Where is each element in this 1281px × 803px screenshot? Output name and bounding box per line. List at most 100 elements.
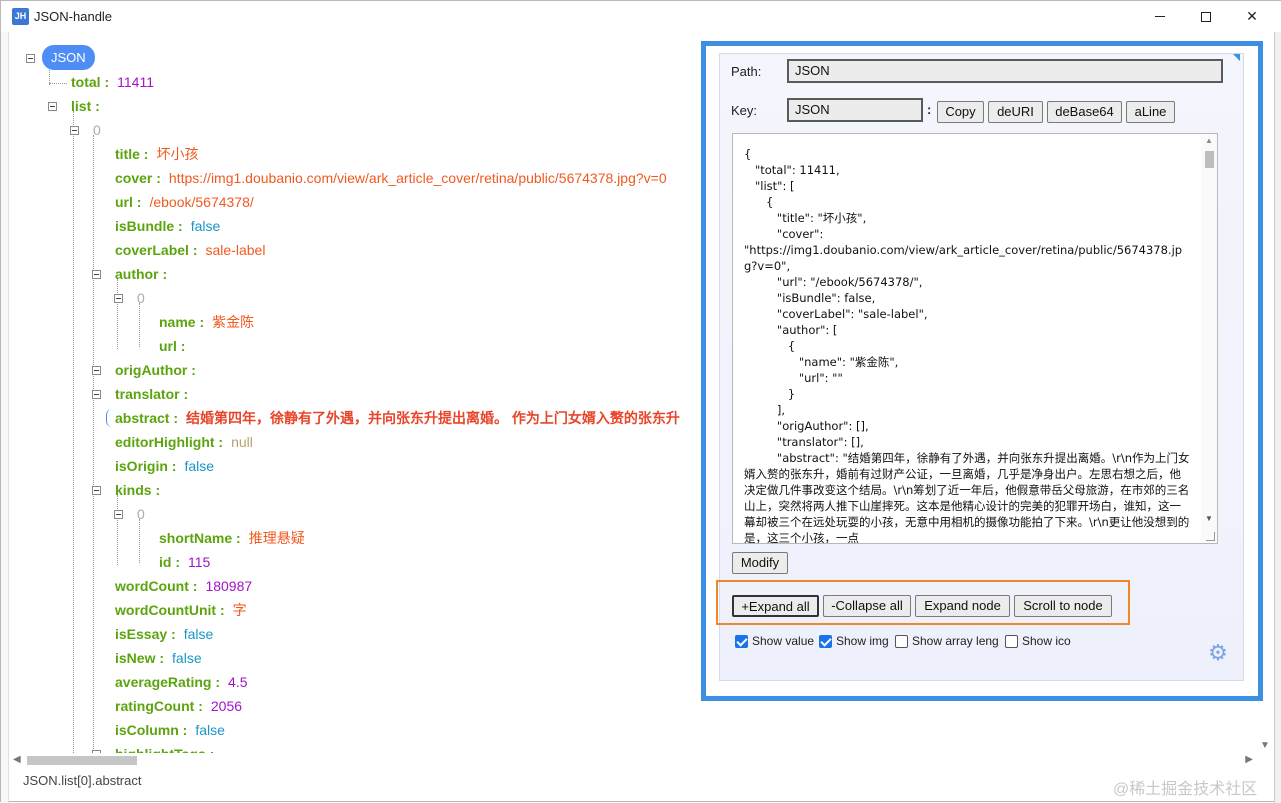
tree-row-ratingcount[interactable]: ratingCount :2056 [115,696,242,716]
tree-key-colon: : [195,314,205,330]
tree-row-id[interactable]: id :115 [159,552,210,572]
tree-row-isnew[interactable]: isNew : false [115,648,202,668]
tree-row-total[interactable]: total :11411 [71,72,154,92]
tree-key-colon: : [187,362,196,378]
collapse-toggle-root[interactable] [26,54,35,63]
scroll-right-arrow-icon[interactable]: ▶ [1245,754,1253,765]
tree-row-cover[interactable]: cover : https://img1.doubanio.com/view/ar… [115,168,667,188]
minimize-button[interactable] [1137,1,1183,32]
tree-key-colon: : [132,194,142,210]
tree-key-colon: : [155,650,165,666]
tree-row-coverlabel[interactable]: coverLabel : sale-label [115,240,265,260]
maximize-button[interactable] [1183,1,1229,32]
expand-node-button[interactable]: Expand node [915,595,1010,617]
tree-root-label[interactable]: JSON [42,45,95,70]
tree-value: 11411 [117,74,154,90]
scrollbar-thumb[interactable] [27,756,137,765]
tree-index: 0 [137,290,145,306]
tree-row-isessay[interactable]: isEssay : false [115,624,213,644]
close-button[interactable]: ✕ [1229,1,1275,32]
json-text-content: { "total": 11411, "list": [ { "title": "… [744,147,1190,544]
scroll-down-arrow-icon[interactable]: ▼ [1260,740,1270,751]
collapse-toggle-list[interactable] [48,102,57,111]
tree-value: 2056 [210,698,243,714]
collapse-toggle-origauthor[interactable] [92,366,101,375]
collapse-toggle-kinds[interactable] [92,486,101,495]
tree-key: id [159,554,172,570]
gear-icon[interactable]: ⚙ [1207,642,1229,664]
scroll-left-arrow-icon[interactable]: ◀ [13,754,21,765]
maximize-icon [1201,11,1211,22]
scroll-down-arrow-icon[interactable]: ▼ [1205,514,1213,523]
tree-row-index[interactable]: 0 [137,288,145,308]
key-label: Key: [731,103,758,118]
tree-row-kinds[interactable]: kinds : [115,480,160,500]
show-ico-checkbox[interactable]: Show ico [1005,634,1071,648]
copy-button[interactable]: Copy [937,101,984,123]
aline-button[interactable]: aLine [1126,101,1175,123]
background-app-right [1274,32,1281,803]
tree-row-isorigin[interactable]: isOrigin : false [115,456,214,476]
show-array-length-checkbox[interactable]: Show array leng [895,634,999,648]
tree-value-link[interactable]: https://img1.doubanio.com/view/ark_artic… [169,170,667,186]
editor-scrollbar[interactable]: ▲ ▼ [1201,134,1217,543]
collapse-toggle-author[interactable] [92,270,101,279]
tree-horizontal-scrollbar[interactable]: ◀ ▶ [9,753,1257,768]
debase64-button[interactable]: deBase64 [1047,101,1122,123]
tree-row-abstract[interactable]: abstract : 结婚第四年，徐静有了外遇，并向张东升提出离婚。 作为上门女婿… [115,408,680,428]
collapse-toggle-item[interactable] [70,126,79,135]
tree-value: 紫金陈 [212,314,255,330]
tree-row-list[interactable]: list : [71,96,100,116]
tree-row-editorhighlight[interactable]: editorHighlight : null [115,432,253,452]
tree-value: false [190,218,221,234]
tree-row-title[interactable]: title : 坏小孩 [115,144,198,164]
close-icon: ✕ [1246,8,1258,24]
collapse-all-button[interactable]: -Collapse all [823,595,911,617]
tree-row-name[interactable]: name : 紫金陈 [159,312,254,332]
tree-row-highlighttags[interactable]: highlightTags : [115,744,214,753]
tree-key-colon: : [139,146,149,162]
tree-row-url[interactable]: url : /ebook/5674378/ [115,192,254,212]
tree-value: sale-label [205,242,266,258]
path-field[interactable]: JSON [787,59,1223,83]
collapse-toggle-author-item[interactable] [114,294,123,303]
tree-row-wordcountunit[interactable]: wordCountUnit : 字 [115,600,247,620]
tree-key-colon: : [167,626,176,642]
tree-row-origauthor[interactable]: origAuthor : [115,360,196,380]
tree-row-wordcount[interactable]: wordCount :180987 [115,576,252,596]
tree-row-averagerating[interactable]: averageRating :4.5 [115,672,248,692]
scroll-up-arrow-icon[interactable]: ▲ [1205,136,1213,145]
tree-row-translator[interactable]: translator : [115,384,188,404]
collapse-toggle-translator[interactable] [92,390,101,399]
panel-corner-icon[interactable] [1233,54,1240,61]
checkbox-unchecked-icon [895,634,908,648]
app-window: JH JSON-handle ✕ JSON total :11411 list … [0,0,1281,803]
tree-value: false [195,722,225,738]
tree-guide [73,111,74,753]
selection-marker [106,409,112,427]
tree-key-colon: : [178,722,188,738]
tree-key: editorHighlight [115,434,215,450]
modify-button[interactable]: Modify [732,552,788,574]
scroll-to-node-button[interactable]: Scroll to node [1014,595,1112,617]
resize-grip-icon[interactable] [1206,532,1215,541]
json-text-editor[interactable]: { "total": 11411, "list": [ { "title": "… [732,133,1218,544]
show-value-checkbox[interactable]: Show value [735,634,814,648]
tree-row-author-url[interactable]: url : [159,336,185,356]
tree-row-author[interactable]: author : [115,264,167,284]
collapse-toggle-kinds-item[interactable] [114,510,123,519]
tree-row-iscolumn[interactable]: isColumn : false [115,720,225,740]
tree-row-index[interactable]: 0 [137,504,145,524]
expand-all-button[interactable]: +Expand all [732,595,819,617]
tree-key: name [159,314,196,330]
tree-row-isbundle[interactable]: isBundle : false [115,216,220,236]
key-field[interactable]: JSON [787,98,923,122]
tree-key-colon: : [188,578,198,594]
tree-row-shortname[interactable]: shortName : 推理悬疑 [159,528,305,548]
tree-row-index[interactable]: 0 [93,120,101,140]
show-img-checkbox[interactable]: Show img [819,634,889,648]
tree-key: kinds [115,482,152,498]
deuri-button[interactable]: deURI [988,101,1043,123]
title-bar: JH JSON-handle ✕ [1,1,1281,32]
scrollbar-thumb[interactable] [1205,151,1214,168]
